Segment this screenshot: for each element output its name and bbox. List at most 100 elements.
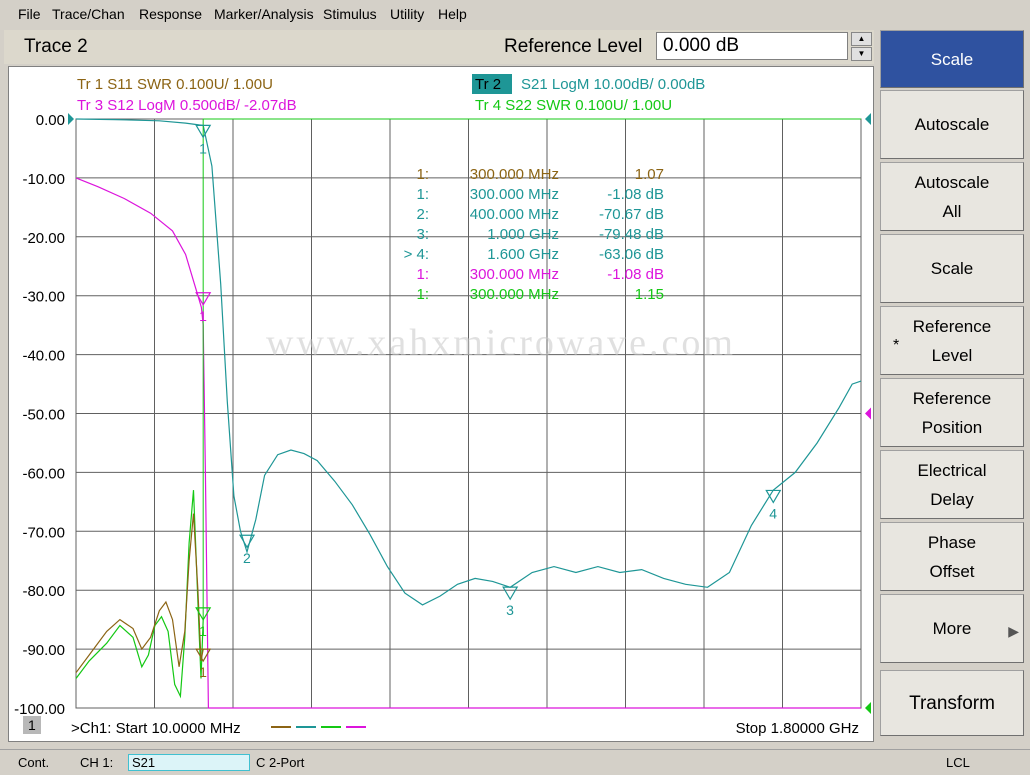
channel-indicator: CH 1: (80, 755, 114, 770)
marker-label: 1 (199, 308, 207, 324)
reference-arrow-s22-icon (865, 702, 871, 714)
softkey-transform-label: Transform (909, 692, 995, 714)
softkey-scale-label: Scale (930, 259, 974, 278)
marker-table-value: -79.48 dB (599, 226, 664, 243)
softkey-scale-header-label: Scale (930, 49, 974, 69)
marker-table-freq: 1.600 GHz (487, 246, 559, 263)
y-axis-ticks: 0.00 -10.00 -20.00 -30.00 -40.00 -50.00 -60.00… (14, 112, 65, 718)
stop-frequency[interactable]: Stop 1.80000 GHz (736, 720, 859, 737)
marker-triangle-icon (765, 489, 782, 504)
softkey-autoscale-all[interactable]: Autoscale All (880, 162, 1024, 231)
selected-mark-icon: * (893, 337, 900, 354)
marker-label: 1 (199, 664, 207, 680)
softkey-autoscale[interactable]: Autoscale (880, 90, 1024, 159)
menu-utility[interactable]: Utility (390, 6, 424, 22)
reference-level-input[interactable] (656, 32, 848, 60)
marker-table-id: 1: (416, 186, 429, 203)
remote-indicator: LCL (946, 755, 970, 770)
softkey-more[interactable]: More ▶ (880, 594, 1024, 663)
menu-trace-chan[interactable]: Trace/Chan (52, 6, 125, 22)
trace-3-legend[interactable]: Tr 3 S12 LogM 0.500dB/ -2.07dB (77, 97, 297, 114)
trace-2-legend-tag[interactable]: Tr 2 (475, 76, 501, 93)
softkey-scale-header[interactable]: Scale (880, 30, 1024, 88)
marker-table-value: -1.08 dB (607, 186, 664, 203)
marker-table-id: 2: (416, 206, 429, 223)
softkey-reference-level[interactable]: * Reference Level (880, 306, 1024, 375)
menu-help[interactable]: Help (438, 6, 467, 22)
softkey-electrical-delay-label: Electrical Delay (917, 460, 987, 509)
marker-table-value: -70.67 dB (599, 206, 664, 223)
softkey-reference-position[interactable]: Reference Position (880, 378, 1024, 447)
y-tick-label: -50.00 (22, 407, 65, 424)
reference-level-label: Reference Level (504, 36, 643, 57)
softkey-electrical-delay[interactable]: Electrical Delay (880, 450, 1024, 519)
softkey-more-label: More (932, 619, 972, 638)
spin-up-icon[interactable]: ▲ (851, 32, 872, 46)
softkey-phase-offset[interactable]: Phase Offset (880, 522, 1024, 591)
y-tick-label: -100.00 (14, 701, 65, 718)
marker-table-freq: 300.000 MHz (470, 286, 559, 303)
softkey-reference-level-label: Reference Level (912, 316, 992, 365)
marker-table-id: 1: (416, 166, 429, 183)
trace-2-legend[interactable]: S21 LogM 10.00dB/ 0.00dB (521, 76, 705, 93)
marker-table-freq: 1.000 GHz (487, 226, 559, 243)
active-trace-title: Trace 2 (24, 36, 88, 57)
sweep-mode[interactable]: Cont. (18, 755, 49, 770)
marker-label: 3 (506, 602, 514, 618)
marker-table-id: 1: (416, 286, 429, 303)
entry-toolbar: Trace 2 Reference Level ▲ ▼ (4, 30, 874, 64)
y-tick-label: -70.00 (22, 524, 65, 541)
marker-table-value: -63.06 dB (599, 246, 664, 263)
marker-table-freq: 300.000 MHz (470, 166, 559, 183)
y-tick-label: -30.00 (22, 289, 65, 306)
trace-line-s22 (75, 490, 204, 699)
marker-label: 1 (199, 623, 207, 639)
channel-number: 1 (28, 717, 36, 733)
softkey-transform[interactable]: Transform (880, 670, 1024, 736)
y-tick-label: -40.00 (22, 348, 65, 365)
y-tick-label: -10.00 (22, 171, 65, 188)
y-tick-label: -60.00 (22, 465, 65, 482)
trace-4-legend[interactable]: Tr 4 S22 SWR 0.100U/ 1.00U (475, 97, 672, 114)
marker-table: 1: 300.000 MHz 1.07 1: 300.000 MHz -1.08 dB 2:… (404, 166, 664, 303)
trace-1-legend[interactable]: Tr 1 S11 SWR 0.100U/ 1.00U (77, 76, 273, 93)
y-tick-label: -80.00 (22, 583, 65, 600)
marker-label: 4 (769, 505, 777, 521)
marker-table-id: > 4: (404, 246, 429, 263)
reference-arrow-right-icon (865, 113, 871, 125)
softkey-autoscale-all-label: Autoscale All (914, 172, 990, 221)
status-bar: Cont. CH 1: S21 C 2-Port LCL (0, 749, 1030, 775)
softkey-panel: Scale Autoscale Autoscale All Scale * Re… (878, 28, 1030, 748)
measurement-indicator[interactable]: S21 (128, 754, 250, 771)
marker-label: 2 (243, 550, 251, 566)
marker-table-value: -1.08 dB (607, 266, 664, 283)
y-tick-label: 0.00 (36, 112, 65, 129)
y-tick-label: -90.00 (22, 642, 65, 659)
measurement-display: 0.00 -10.00 -20.00 -30.00 -40.00 -50.00 -60.00… (8, 66, 874, 742)
marker-triangle-icon (502, 586, 519, 601)
marker-table-id: 1: (416, 266, 429, 283)
menu-stimulus[interactable]: Stimulus (323, 6, 377, 22)
start-frequency[interactable]: >Ch1: Start 10.0000 MHz (71, 720, 241, 737)
marker-table-value: 1.07 (635, 166, 664, 183)
chevron-right-icon: ▶ (1008, 623, 1019, 639)
softkey-phase-offset-label: Phase Offset (927, 532, 977, 581)
watermark: www.xahxmicrowave.com (266, 322, 736, 364)
menu-marker-analysis[interactable]: Marker/Analysis (214, 6, 314, 22)
menu-bar: File Trace/Chan Response Marker/Analysis… (0, 0, 1030, 28)
plot-grid (68, 113, 871, 714)
softkey-scale[interactable]: Scale (880, 234, 1024, 303)
marker-table-freq: 400.000 MHz (470, 206, 559, 223)
menu-file[interactable]: File (18, 6, 41, 22)
y-tick-label: -20.00 (22, 230, 65, 247)
marker-table-id: 3: (416, 226, 429, 243)
reference-arrow-left-icon (68, 113, 74, 125)
marker-table-value: 1.15 (635, 286, 664, 303)
reference-arrow-s12-icon (865, 407, 871, 420)
trace-plot: 0.00 -10.00 -20.00 -30.00 -40.00 -50.00 -60.00… (14, 74, 871, 737)
marker-table-freq: 300.000 MHz (470, 266, 559, 283)
marker-label: 1 (199, 140, 207, 156)
softkey-reference-position-label: Reference Position (912, 388, 992, 437)
menu-response[interactable]: Response (139, 6, 202, 22)
spin-down-icon[interactable]: ▼ (851, 47, 872, 61)
